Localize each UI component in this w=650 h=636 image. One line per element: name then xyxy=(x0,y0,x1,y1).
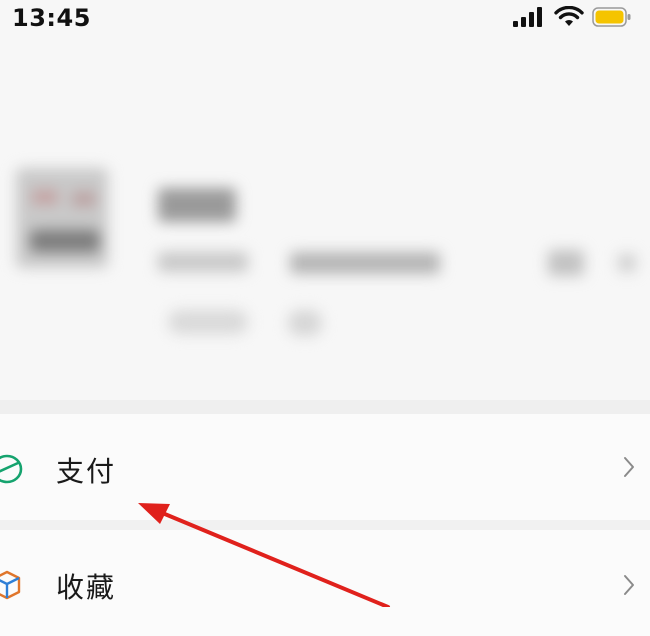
pay-icon xyxy=(0,454,23,484)
menu-item-label: 支付 xyxy=(56,455,117,488)
profile-id-value-blurred xyxy=(290,252,440,274)
battery-icon xyxy=(592,7,631,27)
status-bar: 13:45 xyxy=(0,0,650,44)
status-time: 13:45 xyxy=(12,4,91,32)
chevron-right-icon[interactable] xyxy=(618,254,636,272)
status-tag-blurred-2[interactable] xyxy=(288,310,322,336)
avatar[interactable] xyxy=(16,168,108,268)
section-divider xyxy=(0,400,650,414)
menu-item-label: 收藏 xyxy=(56,571,117,604)
chevron-right-icon xyxy=(624,457,634,477)
menu-item-favorites[interactable]: 收藏 xyxy=(0,530,650,636)
favorites-cube-icon xyxy=(0,570,21,600)
row-divider xyxy=(0,520,650,530)
status-icons xyxy=(512,6,632,28)
profile-id-blurred xyxy=(158,252,248,272)
chevron-right-icon xyxy=(624,575,634,595)
status-tag-blurred[interactable] xyxy=(168,310,248,334)
profile-name-blurred xyxy=(158,188,236,222)
cellular-signal-icon xyxy=(513,7,542,27)
blurred-profile-header[interactable] xyxy=(0,150,650,370)
wifi-icon xyxy=(554,6,584,26)
qr-code-icon[interactable] xyxy=(548,250,584,276)
menu-item-pay[interactable]: 支付 xyxy=(0,414,650,520)
